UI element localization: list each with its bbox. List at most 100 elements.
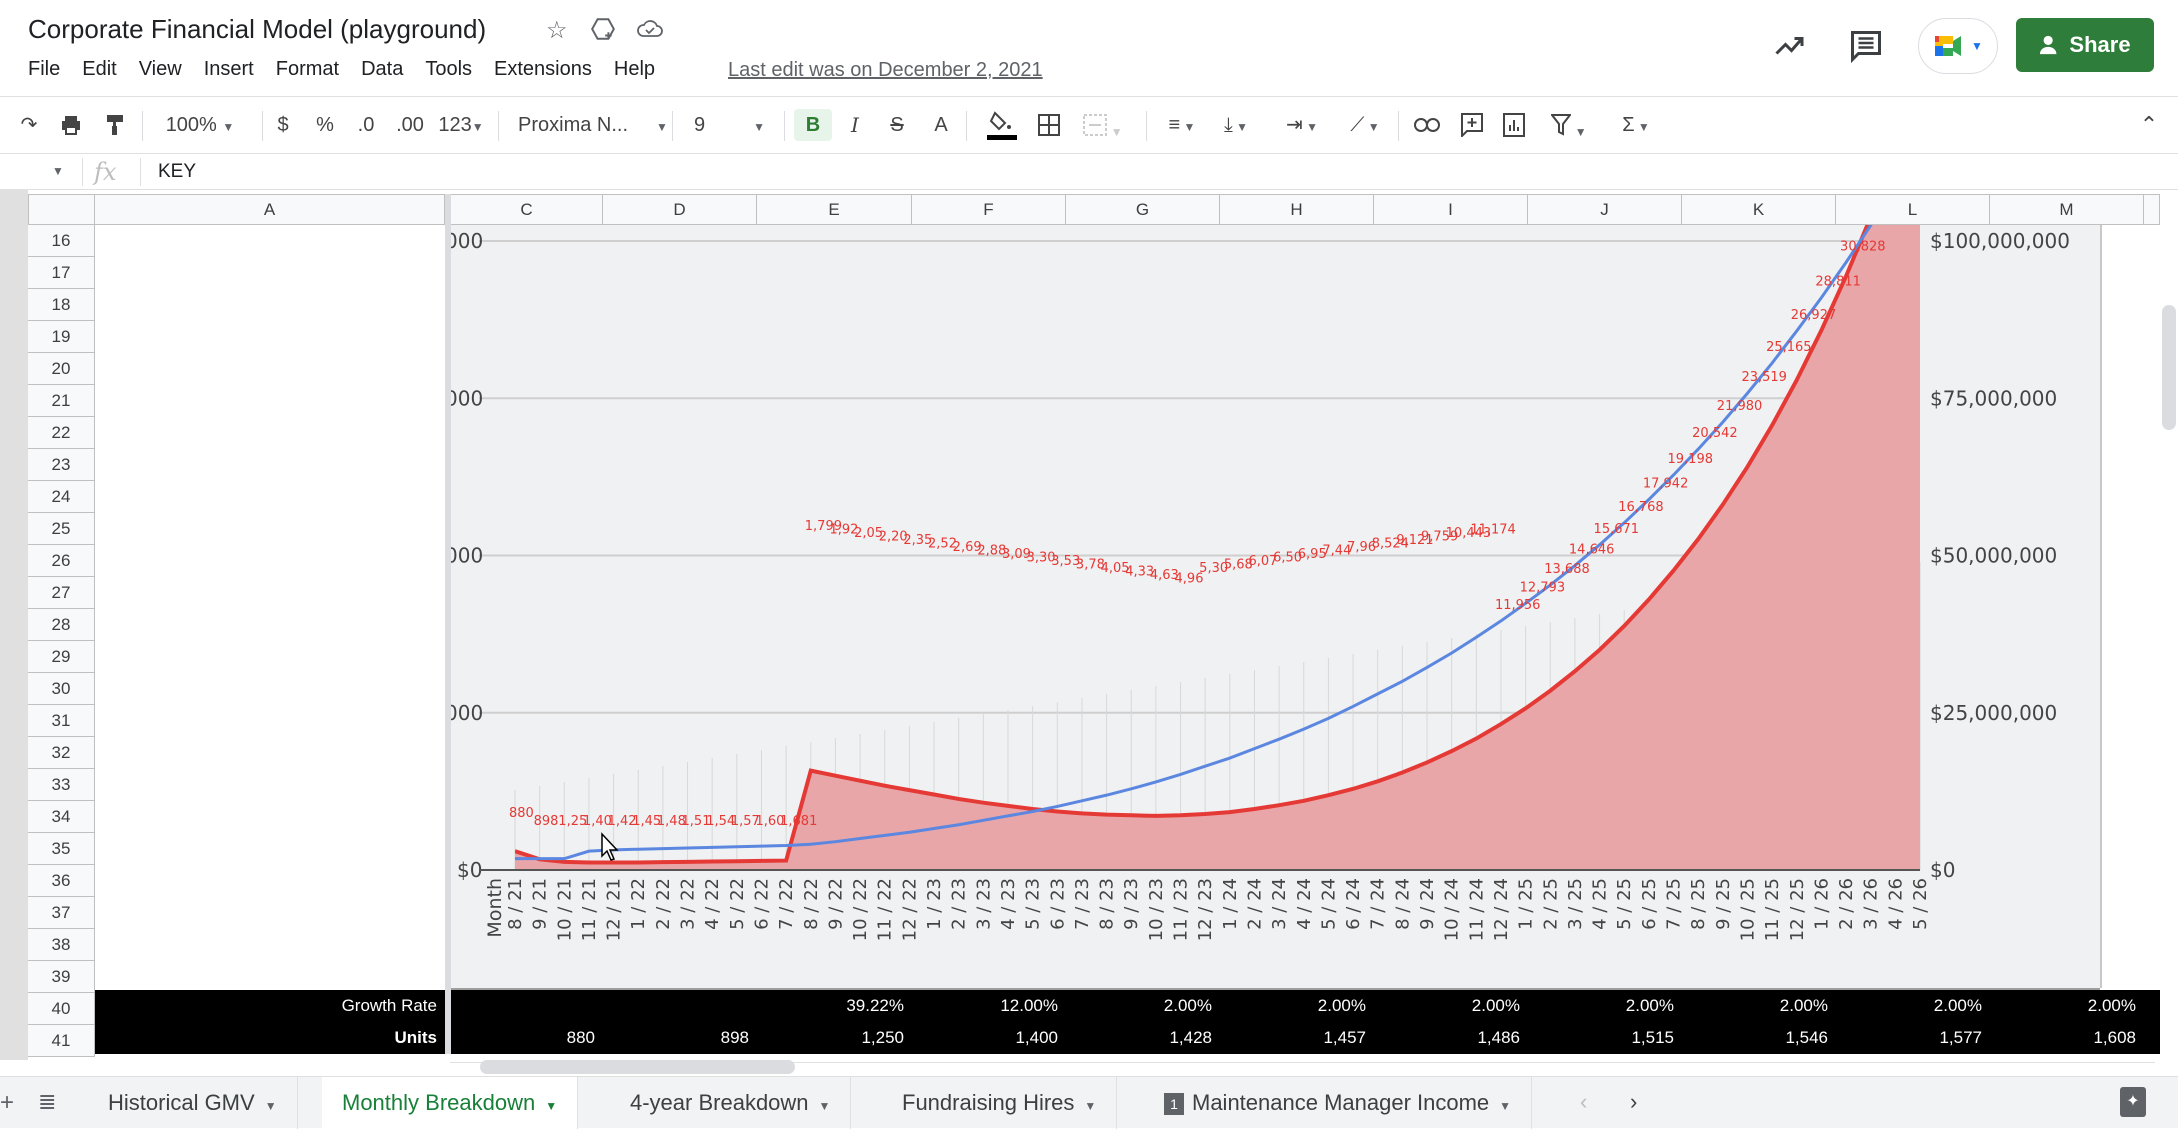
text-color-button[interactable]: A [928, 109, 954, 141]
growth-rate-cell[interactable]: 12.00% [912, 990, 1066, 1022]
row-header-40[interactable]: 40 [28, 993, 95, 1025]
scroll-tabs-right-icon[interactable]: › [1630, 1089, 1637, 1115]
currency-format-button[interactable]: $ [272, 109, 294, 141]
row-header-39[interactable]: 39 [28, 961, 95, 993]
vertical-scroll-thumb[interactable] [2162, 305, 2176, 430]
growth-rate-cell[interactable]: 2.00% [1836, 990, 1990, 1022]
row-header-32[interactable]: 32 [28, 737, 95, 769]
column-header-e[interactable]: E [757, 194, 912, 225]
row-header-20[interactable]: 20 [28, 353, 95, 385]
comment-history-icon[interactable] [1848, 28, 1884, 64]
column-header-c[interactable]: C [451, 194, 603, 225]
activity-trend-icon[interactable] [1772, 28, 1808, 64]
document-title[interactable]: Corporate Financial Model (playground) [28, 14, 486, 45]
formula-input[interactable]: KEY [158, 161, 196, 183]
tab-historical-gmv[interactable]: Historical GMV ▼ [88, 1077, 298, 1129]
menu-view[interactable]: View [139, 58, 182, 81]
row-header-33[interactable]: 33 [28, 769, 95, 801]
all-sheets-icon[interactable]: ≣ [38, 1089, 56, 1115]
collapse-toolbar-icon[interactable]: ⌃ [2136, 109, 2162, 141]
font-family-select[interactable]: Proxima N... ▼ [518, 109, 668, 141]
column-header-h[interactable]: H [1220, 194, 1374, 225]
menu-file[interactable]: File [28, 58, 60, 81]
percent-format-button[interactable]: % [314, 109, 336, 141]
tab-4-year-breakdown[interactable]: 4-year Breakdown ▼ [610, 1077, 852, 1129]
column-header-i[interactable]: I [1374, 194, 1528, 225]
row-header-25[interactable]: 25 [28, 513, 95, 545]
row-header-38[interactable]: 38 [28, 929, 95, 961]
units-cell[interactable]: 1,515 [1528, 1022, 1682, 1054]
redo-icon[interactable]: ↷ [14, 109, 44, 141]
explore-icon[interactable]: ✦ [2120, 1087, 2146, 1117]
row-header-22[interactable]: 22 [28, 417, 95, 449]
row-header-30[interactable]: 30 [28, 673, 95, 705]
scroll-tabs-left-icon[interactable]: ‹ [1580, 1089, 1587, 1115]
menu-format[interactable]: Format [276, 58, 339, 81]
menu-extensions[interactable]: Extensions [494, 58, 592, 81]
increase-decimal-button[interactable]: .00 [394, 109, 426, 141]
column-header-f[interactable]: F [912, 194, 1066, 225]
growth-rate-label-cell[interactable]: Growth Rate [95, 990, 445, 1022]
units-cell[interactable]: 1,577 [1836, 1022, 1990, 1054]
merge-cells-icon[interactable]: ▼ [1078, 109, 1128, 141]
units-cell[interactable]: 1,546 [1682, 1022, 1836, 1054]
units-cell[interactable]: 898 [603, 1022, 757, 1054]
zoom-select[interactable]: 100% ▼ [160, 109, 240, 141]
units-cell[interactable]: 1,428 [1066, 1022, 1220, 1054]
column-header-j[interactable]: J [1528, 194, 1682, 225]
row-header-18[interactable]: 18 [28, 289, 95, 321]
row-header-41[interactable]: 41 [28, 1025, 95, 1057]
select-all-corner[interactable] [28, 194, 95, 225]
column-a-cells[interactable] [95, 225, 445, 1020]
units-label-cell[interactable]: Units [95, 1022, 445, 1054]
star-icon[interactable]: ☆ [546, 16, 568, 45]
column-header-l[interactable]: L [1836, 194, 1990, 225]
text-wrap-select[interactable]: ⇥ ▼ [1280, 109, 1324, 141]
growth-rate-cell[interactable]: 2.00% [1220, 990, 1374, 1022]
column-header-g[interactable]: G [1066, 194, 1220, 225]
row-header-35[interactable]: 35 [28, 833, 95, 865]
units-cell[interactable]: 1,400 [912, 1022, 1066, 1054]
menu-tools[interactable]: Tools [425, 58, 472, 81]
growth-rate-cell[interactable]: 2.00% [1528, 990, 1682, 1022]
share-button[interactable]: Share [2016, 18, 2154, 72]
growth-rate-cell[interactable] [451, 990, 603, 1022]
units-cell[interactable]: 880 [451, 1022, 603, 1054]
row-header-34[interactable]: 34 [28, 801, 95, 833]
name-box-dropdown[interactable]: ▼ [52, 164, 64, 178]
column-header-d[interactable]: D [603, 194, 757, 225]
menu-insert[interactable]: Insert [204, 58, 254, 81]
row-header-26[interactable]: 26 [28, 545, 95, 577]
row-header-19[interactable]: 19 [28, 321, 95, 353]
horizontal-scroll-thumb[interactable] [480, 1060, 795, 1074]
row-header-16[interactable]: 16 [28, 225, 95, 257]
row-header-29[interactable]: 29 [28, 641, 95, 673]
row-header-27[interactable]: 27 [28, 577, 95, 609]
units-cell[interactable]: 1,457 [1220, 1022, 1374, 1054]
insert-chart-icon[interactable] [1500, 109, 1528, 141]
row-header-17[interactable]: 17 [28, 257, 95, 289]
row-header-21[interactable]: 21 [28, 385, 95, 417]
column-header-a[interactable]: A [95, 194, 445, 225]
menu-data[interactable]: Data [361, 58, 403, 81]
row-header-23[interactable]: 23 [28, 449, 95, 481]
row-header-24[interactable]: 24 [28, 481, 95, 513]
growth-rate-cell[interactable]: 39.22% [757, 990, 912, 1022]
embedded-chart[interactable]: $0 $0 $25,000,000 000 $50,000,000 000 $75,000,… [445, 225, 2100, 988]
bold-button[interactable]: B [794, 109, 832, 141]
strikethrough-button[interactable]: S [884, 109, 910, 141]
vertical-align-select[interactable]: ⤓ ▼ [1214, 109, 1258, 141]
growth-rate-cell[interactable] [603, 990, 757, 1022]
growth-rate-cell[interactable]: 2.00% [1066, 990, 1220, 1022]
move-to-drive-icon[interactable] [590, 16, 616, 49]
italic-button[interactable]: I [842, 109, 868, 141]
row-header-28[interactable]: 28 [28, 609, 95, 641]
number-format-select[interactable]: 123▼ [436, 109, 486, 141]
tab-maintenance-manager-income[interactable]: 1 Maintenance Manager Income ▼ [1144, 1077, 1533, 1129]
text-rotation-select[interactable]: ⟋ ▼ [1340, 109, 1390, 141]
borders-icon[interactable] [1034, 109, 1064, 141]
row-header-31[interactable]: 31 [28, 705, 95, 737]
font-size-select[interactable]: 9 ▼ [694, 109, 774, 141]
units-cell[interactable]: 1,250 [757, 1022, 912, 1054]
print-icon[interactable] [56, 109, 86, 141]
